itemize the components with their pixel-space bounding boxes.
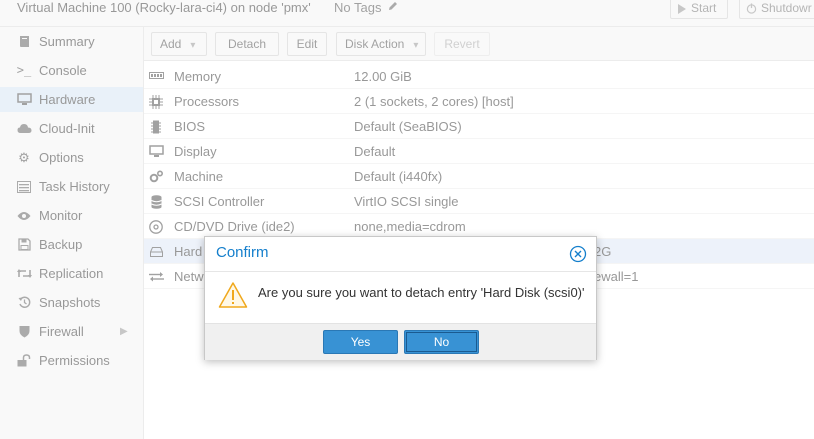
dialog-title: Confirm	[216, 244, 269, 261]
modal-mask	[0, 0, 814, 439]
dialog-footer: Yes No	[205, 323, 596, 360]
dialog-message: Are you sure you want to detach entry 'H…	[258, 285, 585, 300]
confirm-dialog: Confirm Are you sure you want to detach …	[204, 236, 597, 360]
yes-button[interactable]: Yes	[323, 330, 398, 354]
no-button[interactable]: No	[404, 330, 479, 354]
close-icon[interactable]	[569, 245, 587, 263]
dialog-header: Confirm	[205, 237, 596, 272]
warning-icon	[218, 281, 248, 312]
dialog-body: Are you sure you want to detach entry 'H…	[205, 271, 596, 323]
